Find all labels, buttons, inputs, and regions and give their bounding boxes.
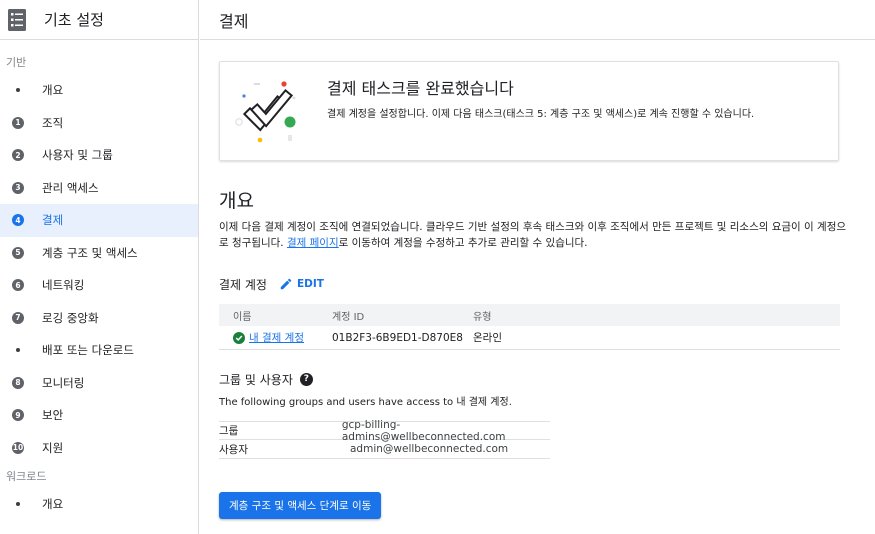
sidebar-item-networking[interactable]: 6 네트워킹 [0, 269, 198, 302]
main-content: 결제 결제 태스크를 완료했습니다 결제 계정을 설정합니다. 이제 다음 태스… [200, 0, 875, 534]
row-value: admin@wellbeconnected.com [350, 443, 509, 455]
step-number-badge: 3 [12, 181, 24, 194]
sidebar-item-hierarchy-access[interactable]: 5 계층 구조 및 액세스 [0, 237, 198, 270]
sidebar-item-label: 개요 [42, 83, 64, 98]
checklist-icon [8, 8, 26, 31]
step-number-badge: 7 [12, 311, 24, 324]
step-number-badge: 1 [12, 116, 24, 129]
table-row: 사용자 admin@wellbeconnected.com [219, 440, 550, 459]
sidebar-item-organization[interactable]: 1 조직 [0, 107, 198, 140]
sidebar: 기초 설정 기반 개요 1 조직 2 사용자 및 그룹 3 관리 액세스 4 결… [0, 0, 199, 534]
groups-users-header: 그룹 및 사용자 ? [219, 370, 313, 388]
column-header-type: 유형 [473, 311, 492, 323]
sidebar-header: 기초 설정 [0, 0, 198, 40]
edit-label: EDIT [296, 278, 324, 290]
billing-account-title: 결제 계정 [219, 277, 267, 292]
sidebar-item-label: 배포 또는 다운로드 [42, 343, 134, 358]
billing-account-table: 이름 계정 ID 유형 내 결제 계정 01B2F3-6B9ED1-D870E8… [219, 304, 840, 350]
table-row: 그룹 gcp-billing-admins@wellbeconnected.co… [219, 418, 550, 443]
page-header: 결제 [200, 0, 875, 40]
step-number-badge: 5 [12, 246, 24, 259]
account-id-cell: 01B2F3-6B9ED1-D870E8 [332, 331, 463, 344]
overview-title: 개요 [219, 190, 254, 212]
sidebar-item-label: 사용자 및 그룹 [42, 148, 113, 163]
column-header-id: 계정 ID [332, 311, 365, 323]
bullet-icon [16, 502, 20, 507]
sidebar-item-security[interactable]: 9 보안 [0, 399, 198, 432]
card-heading: 결제 태스크를 완료했습니다 [327, 79, 514, 98]
sidebar-item-logging[interactable]: 7 로깅 중앙화 [0, 302, 198, 335]
groups-users-description: The following groups and users have acce… [219, 397, 512, 408]
table-header: 이름 계정 ID 유형 [219, 304, 840, 326]
groups-users-table: 그룹 gcp-billing-admins@wellbeconnected.co… [219, 418, 550, 459]
billing-page-link[interactable]: 결제 페이지 [287, 237, 339, 249]
overview-text: 이제 다음 결제 계정이 조직에 연결되었습니다. 클라우드 기반 설정의 후속… [219, 221, 847, 249]
sidebar-item-label: 지원 [42, 440, 64, 455]
check-circle-icon [233, 331, 245, 344]
task-complete-illustration [235, 81, 296, 143]
sidebar-title: 기초 설정 [44, 11, 104, 29]
completion-card: 결제 태스크를 완료했습니다 결제 계정을 설정합니다. 이제 다음 태스크(태… [219, 61, 839, 161]
step-number-badge: 8 [12, 376, 24, 389]
bullet-icon [16, 88, 20, 93]
step-number-badge: 9 [12, 409, 24, 422]
pencil-icon [280, 278, 292, 290]
sidebar-item-label: 네트워킹 [42, 278, 85, 293]
go-to-hierarchy-button[interactable]: 계층 구조 및 액세스 단계로 이동 [219, 492, 382, 519]
sidebar-item-label: 계층 구조 및 액세스 [42, 245, 138, 260]
page-title: 결제 [219, 11, 249, 31]
bullet-icon [16, 348, 20, 353]
sidebar-item-monitoring[interactable]: 8 모니터링 [0, 367, 198, 400]
column-header-name: 이름 [233, 311, 252, 323]
help-icon[interactable]: ? [299, 372, 313, 386]
sidebar-item-workload-overview[interactable]: 개요 [0, 488, 198, 521]
sidebar-item-support[interactable]: 10 지원 [0, 432, 198, 465]
sidebar-item-label: 조직 [42, 115, 64, 130]
sidebar-item-label: 개요 [42, 497, 64, 512]
sidebar-item-admin-access[interactable]: 3 관리 액세스 [0, 172, 198, 205]
edit-button[interactable]: EDIT [279, 277, 324, 291]
row-key: 사용자 [219, 443, 248, 456]
type-cell: 온라인 [473, 332, 502, 344]
table-row: 내 결제 계정 01B2F3-6B9ED1-D870E8 온라인 [219, 326, 840, 350]
step-number-badge: 6 [12, 279, 24, 292]
card-description: 결제 계정을 설정합니다. 이제 다음 태스크(태스크 5: 계층 구조 및 액… [327, 109, 755, 120]
sidebar-item-billing[interactable]: 4 결제 [0, 204, 198, 237]
step-number-badge: 4 [12, 214, 24, 227]
sidebar-item-label: 모니터링 [42, 375, 85, 390]
billing-account-header: 결제 계정 EDIT [219, 274, 324, 294]
row-value: gcp-billing-admins@wellbeconnected.com [341, 418, 506, 443]
sidebar-section-basic: 기반 [6, 56, 27, 69]
sidebar-item-users-groups[interactable]: 2 사용자 및 그룹 [0, 139, 198, 172]
sidebar-item-deploy[interactable]: 배포 또는 다운로드 [0, 334, 198, 367]
step-number-badge: 2 [12, 149, 24, 162]
billing-account-link[interactable]: 내 결제 계정 [249, 330, 304, 345]
sidebar-item-overview[interactable]: 개요 [0, 74, 198, 107]
sidebar-item-label: 결제 [42, 213, 64, 228]
sidebar-item-label: 로깅 중앙화 [42, 310, 99, 325]
name-cell: 내 결제 계정 [219, 330, 332, 345]
step-number-badge: 10 [12, 441, 24, 454]
sidebar-section-workload: 워크로드 [6, 470, 47, 483]
row-key: 그룹 [219, 425, 239, 437]
sidebar-item-label: 보안 [42, 408, 64, 423]
groups-users-title: 그룹 및 사용자 [219, 372, 293, 387]
sidebar-item-label: 관리 액세스 [42, 180, 99, 195]
